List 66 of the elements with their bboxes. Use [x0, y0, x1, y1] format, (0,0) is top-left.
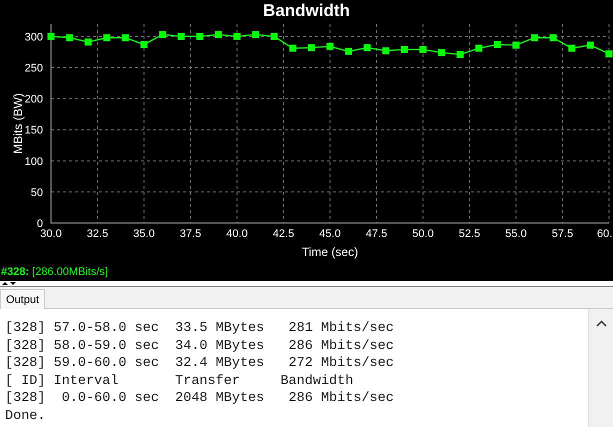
- data-point: [345, 48, 352, 55]
- x-tick-label: 40.0: [226, 228, 248, 240]
- data-point: [159, 31, 166, 38]
- data-point: [606, 50, 612, 58]
- data-point: [531, 34, 538, 42]
- data-point: [512, 42, 520, 49]
- y-tick-label: 200: [24, 94, 43, 106]
- y-tick-label: 300: [24, 31, 43, 44]
- output-line: [ ID] Interval Transfer Bandwidth: [5, 372, 354, 390]
- data-point: [494, 41, 501, 48]
- data-point: [122, 34, 129, 42]
- x-tick-label: 32.5: [86, 228, 108, 240]
- output-line: [328] 0.0-60.0 sec 2048 MBytes 286 Mbits/sec: [5, 390, 395, 408]
- y-tick-label: 0: [36, 218, 43, 230]
- x-tick-label: 35.0: [133, 228, 155, 240]
- data-point: [438, 49, 446, 56]
- data-point: [586, 42, 594, 49]
- y-tick-label: 100: [24, 156, 43, 168]
- scrollbar[interactable]: [588, 309, 613, 427]
- collapse-arrows-icon[interactable]: [1, 281, 17, 286]
- data-point: [84, 38, 92, 46]
- y-tick-label: 250: [24, 62, 43, 75]
- x-tick-label: 45.0: [319, 228, 341, 240]
- data-point: [103, 34, 110, 42]
- output-line: [328] 57.0-58.0 sec 33.5 MBytes 281 Mbits/sec: [5, 320, 395, 338]
- chart-title: Bandwidth: [263, 1, 350, 20]
- y-axis-label: MBits (BW): [11, 93, 25, 154]
- stream-id: #328:: [1, 266, 30, 278]
- data-point: [48, 32, 54, 40]
- x-tick-label: 55.0: [505, 228, 527, 240]
- data-point: [550, 34, 557, 42]
- y-tick-label: 150: [24, 124, 43, 137]
- data-point: [270, 32, 278, 40]
- data-point: [364, 44, 371, 52]
- data-point: [289, 44, 296, 52]
- x-tick-label: 52.5: [458, 228, 480, 240]
- data-point: [252, 31, 260, 38]
- x-tick-label: 57.5: [552, 228, 574, 240]
- data-point: [140, 41, 148, 48]
- data-point: [234, 32, 240, 40]
- data-point: [326, 42, 334, 50]
- data-point: [382, 47, 390, 54]
- output-tab[interactable]: Output: [0, 289, 46, 309]
- x-tick-label: 60.: [597, 228, 612, 240]
- x-tick-label: 30.0: [40, 228, 62, 240]
- scroll-up-icon[interactable]: [596, 320, 606, 327]
- output-line: [328] 58.0-59.0 sec 34.0 MBytes 286 Mbits/sec: [5, 338, 395, 356]
- output-line: [328] 59.0-60.0 sec 32.4 MBytes 272 Mbits/sec: [5, 355, 395, 373]
- data-point: [456, 50, 464, 58]
- data-point: [178, 32, 185, 40]
- x-tick-label: 37.5: [180, 228, 202, 240]
- x-tick-label: 42.5: [272, 228, 294, 240]
- data-point: [568, 44, 576, 52]
- bandwidth-reading: [286.00MBits/s]: [32, 266, 108, 278]
- data-point: [400, 46, 408, 53]
- data-point: [308, 44, 315, 52]
- data-point: [475, 44, 482, 52]
- data-point: [420, 46, 426, 53]
- data-point: [196, 32, 204, 40]
- data-point: [214, 31, 222, 38]
- output-line: Done.: [5, 408, 47, 426]
- data-point: [66, 34, 74, 42]
- x-tick-label: 47.5: [366, 228, 388, 240]
- y-tick-label: 50: [30, 186, 43, 199]
- x-axis-label: Time (sec): [302, 245, 358, 259]
- x-tick-label: 50.0: [412, 228, 434, 240]
